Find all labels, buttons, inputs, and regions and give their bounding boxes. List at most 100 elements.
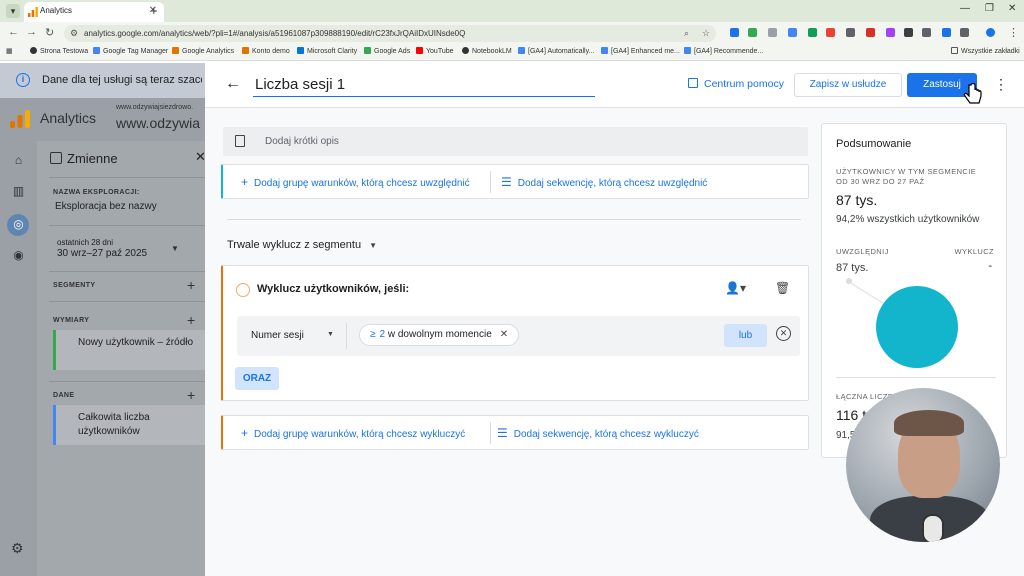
all-bookmarks-folder[interactable]: Wszystkie zakładki bbox=[951, 47, 1020, 55]
add-dimension-button[interactable]: + bbox=[187, 312, 195, 328]
browser-tab[interactable]: Analytics ✕ bbox=[24, 2, 164, 22]
pie-leader-line bbox=[849, 282, 886, 306]
hand-cursor-icon bbox=[963, 83, 982, 104]
include-value: 87 tys. bbox=[836, 262, 869, 274]
bookmark-item[interactable]: Google Ads bbox=[364, 47, 410, 55]
extension-drop-icon[interactable] bbox=[788, 28, 797, 37]
browser-menu-icon[interactable]: ⋮ bbox=[1008, 26, 1019, 39]
admin-gear-icon[interactable]: ⚙ bbox=[11, 540, 24, 557]
bookmark-item[interactable]: Konto demo bbox=[242, 47, 290, 55]
add-metric-button[interactable]: + bbox=[187, 387, 195, 403]
info-icon: i bbox=[16, 73, 30, 87]
dimension-chip[interactable]: Nowy użytkownik – źródło bbox=[53, 330, 205, 370]
metric-chip[interactable]: Całkowita liczba użytkowników bbox=[53, 405, 205, 445]
condition-radio[interactable] bbox=[236, 283, 250, 297]
add-exclude-sequence-button[interactable]: ☰ Dodaj sekwencję, którą chcesz wykluczyć bbox=[497, 426, 699, 440]
include-label: UWZGLĘDNIJ bbox=[836, 247, 889, 256]
add-segment-button[interactable]: + bbox=[187, 277, 195, 293]
extension-red-icon[interactable] bbox=[866, 28, 875, 37]
divider bbox=[49, 177, 205, 178]
users-pie-chart bbox=[876, 286, 958, 368]
reports-icon[interactable]: ▥ bbox=[11, 184, 26, 199]
bookmark-item[interactable]: Strona Testowa bbox=[30, 47, 88, 55]
minimize-icon[interactable]: — bbox=[960, 3, 970, 14]
forward-icon[interactable]: → bbox=[26, 26, 37, 38]
extension-box-icon[interactable] bbox=[904, 28, 913, 37]
date-range-label[interactable]: ostatnich 28 dni bbox=[57, 238, 113, 247]
extension-grid-icon[interactable] bbox=[768, 28, 777, 37]
remove-chip-icon[interactable]: ✕ bbox=[500, 329, 508, 340]
extension-bug-icon[interactable] bbox=[826, 28, 835, 37]
help-center-link[interactable]: Centrum pomocy bbox=[688, 78, 784, 90]
bookmark-item[interactable]: [GA4] Automatically... bbox=[518, 47, 594, 55]
bookmark-item[interactable]: [GA4] Recommende... bbox=[684, 47, 763, 55]
extension-search-icon[interactable] bbox=[922, 28, 931, 37]
advertising-icon[interactable]: ◉ bbox=[11, 248, 26, 263]
zoom-icon[interactable]: ⌕ bbox=[684, 28, 689, 39]
exclude-mode-dropdown[interactable]: Trwale wyklucz z segmentu ▼ bbox=[227, 239, 377, 251]
dimension-dropdown[interactable]: Numer sesji bbox=[251, 330, 304, 341]
and-button[interactable]: ORAZ bbox=[235, 367, 279, 390]
remove-condition-icon[interactable]: ✕ bbox=[776, 326, 791, 341]
exploration-name[interactable]: Eksploracja bez nazwy bbox=[55, 201, 157, 212]
chevron-down-icon[interactable]: ▼ bbox=[327, 331, 334, 338]
url-field[interactable]: ⚙ analytics.google.com/analytics/web/?pl… bbox=[64, 25, 716, 42]
info-banner-text: Dane dla tej usługi są teraz szacowane bbox=[42, 74, 202, 86]
variables-title: Zmienne bbox=[67, 151, 118, 166]
apps-grid-icon[interactable]: ▦ bbox=[6, 47, 13, 55]
extensions-puzzle-icon[interactable] bbox=[960, 28, 969, 37]
bookmark-item[interactable]: Google Analytics bbox=[172, 47, 234, 55]
condition-chip[interactable]: ≥2 w dowolnym momencie ✕ bbox=[359, 324, 520, 346]
divider bbox=[227, 219, 801, 220]
home-icon[interactable]: ⌂ bbox=[11, 153, 26, 168]
or-button[interactable]: lub bbox=[724, 324, 767, 347]
bookmark-star-icon[interactable]: ☆ bbox=[702, 28, 710, 39]
maximize-icon[interactable]: ❐ bbox=[985, 3, 994, 14]
date-range[interactable]: 30 wrz–27 paź 2025 bbox=[57, 248, 147, 259]
bookmark-item[interactable]: Google Tag Manager bbox=[93, 47, 168, 55]
bookmark-item[interactable]: [GA4] Enhanced me... bbox=[601, 47, 680, 55]
extension-pen-icon[interactable] bbox=[846, 28, 855, 37]
back-icon[interactable]: ← bbox=[8, 26, 19, 38]
property-name[interactable]: www.odzywia bbox=[116, 115, 205, 131]
reload-icon[interactable]: ↻ bbox=[45, 26, 54, 39]
account-name[interactable]: www.odzywiajsiezdrowo. bbox=[116, 104, 193, 111]
extension-tag-icon[interactable] bbox=[748, 28, 757, 37]
bookmark-item[interactable]: YouTube bbox=[416, 47, 454, 55]
description-placeholder: Dodaj krótki opis bbox=[265, 136, 339, 147]
extension-sheet-icon[interactable] bbox=[808, 28, 817, 37]
description-field[interactable]: Dodaj krótki opis bbox=[223, 127, 808, 156]
add-exclude-group-button[interactable]: + Dodaj grupę warunków, którą chcesz wykl… bbox=[241, 426, 465, 440]
save-to-property-button[interactable]: Zapisz w usłudze bbox=[794, 73, 902, 97]
explore-icon[interactable]: ◎ bbox=[11, 217, 26, 232]
bookmarks-bar: ▦ Strona Testowa Google Tag Manager Goog… bbox=[0, 44, 1024, 61]
bookmark-item[interactable]: Microsoft Clarity bbox=[297, 47, 357, 55]
add-include-group-button[interactable]: + Dodaj grupę warunków, którą chcesz uwzg… bbox=[241, 175, 470, 189]
add-include-sequence-button[interactable]: ☰ Dodaj sekwencję, którą chcesz uwzględni… bbox=[501, 175, 707, 189]
segment-users-label: UŻYTKOWNICY W TYM SEGMENCIE bbox=[836, 167, 977, 176]
extension-filter-icon[interactable] bbox=[730, 28, 739, 37]
add-exclude-group-label: Dodaj grupę warunków, którą chcesz wyklu… bbox=[254, 429, 466, 440]
delete-icon[interactable]: 🗑 bbox=[775, 281, 790, 295]
extension-record-icon[interactable] bbox=[942, 28, 951, 37]
segment-name-input[interactable]: Liczba sesji 1 bbox=[253, 73, 595, 97]
back-arrow-icon[interactable]: ← bbox=[225, 75, 241, 93]
browser-tab-bar: ▾ Analytics ✕ + — ❐ ✕ bbox=[0, 0, 1024, 22]
dimensions-label: WYMIARY bbox=[53, 317, 90, 324]
bookmark-item[interactable]: NotebookLM bbox=[462, 47, 512, 55]
profile-avatar[interactable] bbox=[986, 28, 995, 37]
open-external-icon bbox=[688, 78, 698, 88]
exclude-label: WYKLUCZ bbox=[954, 247, 994, 256]
variables-panel-icon bbox=[50, 152, 62, 164]
extension-purple-icon[interactable] bbox=[886, 28, 895, 37]
new-tab-button[interactable]: + bbox=[150, 3, 158, 18]
tab-title: Analytics bbox=[40, 6, 73, 15]
more-options-icon[interactable]: ⋮ bbox=[994, 76, 1008, 93]
ga-header: Analytics www.odzywiajsiezdrowo. www.odz… bbox=[0, 98, 205, 141]
close-window-icon[interactable]: ✕ bbox=[1008, 3, 1016, 14]
user-scope-dropdown-icon[interactable]: 👤▾ bbox=[725, 281, 746, 295]
chevron-down-icon[interactable]: ▼ bbox=[171, 244, 179, 253]
site-info-icon[interactable]: ⚙ bbox=[70, 28, 78, 39]
divider bbox=[49, 301, 205, 302]
tab-search-icon[interactable]: ▾ bbox=[6, 4, 20, 18]
